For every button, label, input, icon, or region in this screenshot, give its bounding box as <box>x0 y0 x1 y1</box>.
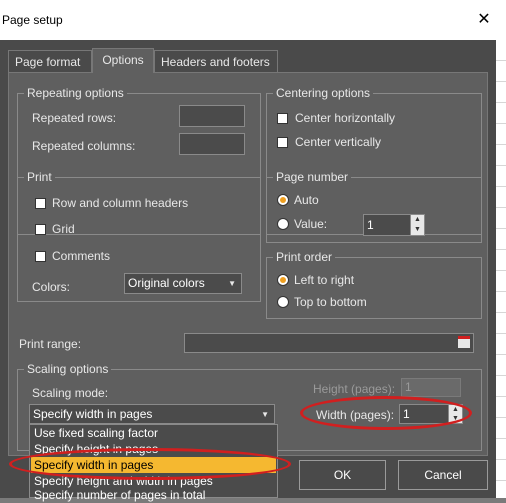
group-title: Centering options <box>273 86 374 100</box>
colors-label: Colors: <box>32 280 71 294</box>
grid-checkbox[interactable] <box>35 224 46 235</box>
group-title: Repeating options <box>24 86 127 100</box>
spreadsheet-background <box>496 40 506 498</box>
repeated-columns-input[interactable] <box>179 133 245 155</box>
grid-label: Grid <box>52 222 75 236</box>
print-order-group: Print order Left to right Top to bottom <box>266 250 482 319</box>
page-number-auto-label: Auto <box>294 193 319 207</box>
tab-label: Options <box>102 53 144 67</box>
colors-value: Original colors <box>128 276 205 290</box>
center-horizontally-label: Center horizontally <box>295 111 396 125</box>
height-pages-label: Height (pages): <box>313 382 396 396</box>
range-picker-icon[interactable] <box>458 336 470 348</box>
page-number-value-radio[interactable] <box>277 218 289 230</box>
list-item[interactable]: Use fixed scaling factor <box>34 425 158 441</box>
close-icon[interactable]: ✕ <box>470 7 498 33</box>
scaling-mode-dropdown[interactable]: Specify width in pages ▼ <box>29 404 275 424</box>
spin-buttons[interactable]: ▲ ▼ <box>448 405 462 423</box>
scaling-mode-value: Specify width in pages <box>33 407 153 421</box>
tab-options[interactable]: Options <box>92 48 154 73</box>
row-column-headers-label: Row and column headers <box>52 196 189 210</box>
options-panel: Repeating options Repeated rows: Repeate… <box>8 72 488 456</box>
spin-buttons[interactable]: ▲ ▼ <box>410 215 424 235</box>
width-pages-label: Width (pages): <box>316 408 395 422</box>
height-pages-input[interactable]: 1 <box>401 378 461 397</box>
chevron-down-icon: ▼ <box>261 410 269 419</box>
print-range-label: Print range: <box>19 337 82 351</box>
print-range-input[interactable] <box>184 333 474 353</box>
width-pages-input[interactable]: 1 ▲ ▼ <box>399 404 463 424</box>
group-title: Print <box>24 170 55 184</box>
dialog-title: Page setup <box>2 13 63 27</box>
cancel-button[interactable]: Cancel <box>398 460 488 490</box>
center-horizontally-checkbox[interactable] <box>277 113 288 124</box>
group-title: Page number <box>273 170 352 184</box>
left-to-right-radio[interactable] <box>277 274 289 286</box>
repeated-rows-input[interactable] <box>179 105 245 127</box>
top-to-bottom-radio[interactable] <box>277 296 289 308</box>
page-number-group: Page number Auto Value: 1 ▲ ▼ <box>266 170 482 243</box>
width-pages-value: 1 <box>403 407 410 421</box>
list-item-selected[interactable]: Specify width in pages <box>31 457 276 473</box>
group-title: Scaling options <box>24 362 112 376</box>
group-title: Print order <box>273 250 336 264</box>
center-vertically-checkbox[interactable] <box>277 137 288 148</box>
repeated-rows-label: Repeated rows: <box>32 111 117 125</box>
tab-label: Headers and footers <box>161 55 270 69</box>
colors-dropdown[interactable]: Original colors ▼ <box>124 273 242 294</box>
comments-checkbox[interactable] <box>35 251 46 262</box>
left-to-right-label: Left to right <box>294 273 355 287</box>
row-column-headers-checkbox[interactable] <box>35 198 46 209</box>
scaling-mode-label: Scaling mode: <box>32 386 109 400</box>
top-to-bottom-label: Top to bottom <box>294 295 367 309</box>
comments-label: Comments <box>52 249 111 263</box>
tab-headers-footers[interactable]: Headers and footers <box>154 50 278 72</box>
scaling-mode-listbox: Use fixed scaling factor Specify height … <box>29 424 278 502</box>
print-group: Print Row and column headers Grid Commen… <box>17 170 261 302</box>
center-vertically-label: Center vertically <box>295 135 382 149</box>
page-number-auto-radio[interactable] <box>277 194 289 206</box>
page-number-value: 1 <box>367 218 374 232</box>
tab-page-format[interactable]: Page format <box>8 50 92 72</box>
title-bar: Page setup ✕ <box>0 0 506 40</box>
page-number-value-input[interactable]: 1 ▲ ▼ <box>363 214 425 236</box>
list-item[interactable]: Specify number of pages in total <box>34 487 205 503</box>
tab-label: Page format <box>15 55 81 69</box>
list-item[interactable]: Specify height in pages <box>34 441 158 457</box>
height-pages-value: 1 <box>405 380 412 394</box>
page-number-value-label: Value: <box>294 217 328 231</box>
chevron-down-icon: ▼ <box>228 279 236 288</box>
ok-button[interactable]: OK <box>299 460 386 490</box>
repeated-columns-label: Repeated columns: <box>32 139 136 153</box>
